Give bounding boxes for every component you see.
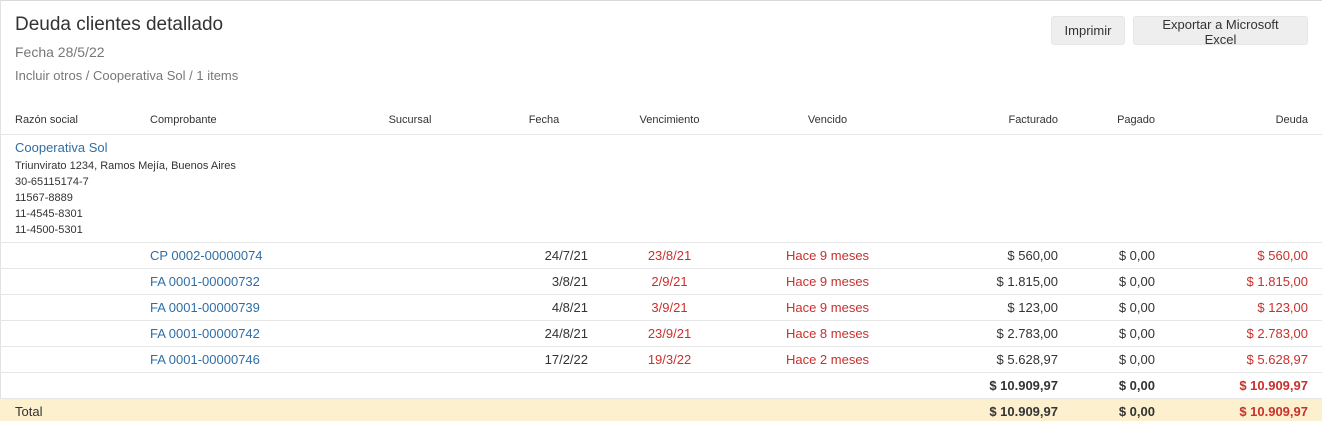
col-sucursal[interactable]: Sucursal (320, 106, 500, 135)
total-invoiced: $ 10.909,97 (904, 398, 1058, 421)
invoiced-amount: $ 1.815,00 (904, 268, 1058, 295)
customer-name-link[interactable]: Cooperativa Sol (15, 140, 1322, 155)
subtotal-invoiced: $ 10.909,97 (904, 372, 1058, 399)
total-debt: $ 10.909,97 (1155, 398, 1322, 421)
table-row: FA 0001-00000742 24/8/21 23/9/21 Hace 8 … (0, 320, 1322, 347)
print-button[interactable]: Imprimir (1051, 16, 1125, 45)
customer-phone: 11567-8889 (15, 191, 73, 204)
due-date: 3/9/21 (588, 294, 751, 321)
customer-row: Cooperativa Sol Triunvirato 1234, Ramos … (0, 134, 1322, 243)
col-facturado[interactable]: Facturado (904, 106, 1058, 135)
debt-amount: $ 560,00 (1155, 242, 1322, 269)
invoiced-amount: $ 5.628,97 (904, 346, 1058, 373)
paid-amount: $ 0,00 (1058, 294, 1155, 321)
grand-total-row: Total $ 10.909,97 $ 0,00 $ 10.909,97 (0, 398, 1322, 421)
customer-info: Cooperativa Sol Triunvirato 1234, Ramos … (0, 134, 1322, 243)
total-label: Total (0, 398, 904, 421)
debt-table: Razón social Comprobante Sucursal Fecha … (0, 106, 1322, 421)
table-row: FA 0001-00000732 3/8/21 2/9/21 Hace 9 me… (0, 268, 1322, 295)
customer-address: Triunvirato 1234, Ramos Mejía, Buenos Ai… (15, 159, 236, 172)
table-row: FA 0001-00000739 4/8/21 3/9/21 Hace 9 me… (0, 294, 1322, 321)
customer-phone: 11-4500-5301 (15, 223, 83, 236)
voucher-link[interactable]: CP 0002-00000074 (150, 242, 320, 269)
voucher-link[interactable]: FA 0001-00000742 (150, 320, 320, 347)
customer-tax-id: 30-65115174-7 (15, 175, 89, 188)
invoiced-amount: $ 560,00 (904, 242, 1058, 269)
due-date: 23/8/21 (588, 242, 751, 269)
voucher-link[interactable]: FA 0001-00000746 (150, 346, 320, 373)
col-vencido[interactable]: Vencido (751, 106, 904, 135)
subtotal-paid: $ 0,00 (1058, 372, 1155, 399)
table-row: FA 0001-00000746 17/2/22 19/3/22 Hace 2 … (0, 346, 1322, 373)
col-pagado[interactable]: Pagado (1058, 106, 1155, 135)
invoice-date: 24/7/21 (500, 242, 588, 269)
debt-amount: $ 2.783,00 (1155, 320, 1322, 347)
invoice-date: 3/8/21 (500, 268, 588, 295)
total-paid: $ 0,00 (1058, 398, 1155, 421)
invoice-date: 4/8/21 (500, 294, 588, 321)
overdue-age: Hace 9 meses (751, 294, 904, 321)
overdue-age: Hace 2 meses (751, 346, 904, 373)
col-razon-social[interactable]: Razón social (0, 106, 150, 135)
customer-phone: 11-4545-8301 (15, 207, 83, 220)
col-vencimiento[interactable]: Vencimiento (588, 106, 751, 135)
overdue-age: Hace 9 meses (751, 268, 904, 295)
debt-amount: $ 5.628,97 (1155, 346, 1322, 373)
subtotal-debt: $ 10.909,97 (1155, 372, 1322, 399)
invoiced-amount: $ 123,00 (904, 294, 1058, 321)
table-header: Razón social Comprobante Sucursal Fecha … (0, 106, 1322, 135)
overdue-age: Hace 8 meses (751, 320, 904, 347)
report-filter: Incluir otros / Cooperativa Sol / 1 item… (15, 68, 239, 83)
debt-amount: $ 1.815,00 (1155, 268, 1322, 295)
due-date: 19/3/22 (588, 346, 751, 373)
invoice-date: 24/8/21 (500, 320, 588, 347)
voucher-link[interactable]: FA 0001-00000732 (150, 268, 320, 295)
col-comprobante[interactable]: Comprobante (150, 106, 320, 135)
col-deuda[interactable]: Deuda (1155, 106, 1322, 135)
invoice-date: 17/2/22 (500, 346, 588, 373)
export-excel-button[interactable]: Exportar a Microsoft Excel (1133, 16, 1308, 47)
paid-amount: $ 0,00 (1058, 242, 1155, 269)
debt-amount: $ 123,00 (1155, 294, 1322, 321)
overdue-age: Hace 9 meses (751, 242, 904, 269)
due-date: 23/9/21 (588, 320, 751, 347)
customer-subtotal-row: $ 10.909,97 $ 0,00 $ 10.909,97 (0, 372, 1322, 399)
col-fecha[interactable]: Fecha (500, 106, 588, 135)
table-row: CP 0002-00000074 24/7/21 23/8/21 Hace 9 … (0, 242, 1322, 269)
paid-amount: $ 0,00 (1058, 268, 1155, 295)
report-date: Fecha 28/5/22 (15, 44, 105, 60)
paid-amount: $ 0,00 (1058, 320, 1155, 347)
page-title: Deuda clientes detallado (15, 14, 224, 35)
due-date: 2/9/21 (588, 268, 751, 295)
invoiced-amount: $ 2.783,00 (904, 320, 1058, 347)
paid-amount: $ 0,00 (1058, 346, 1155, 373)
voucher-link[interactable]: FA 0001-00000739 (150, 294, 320, 321)
